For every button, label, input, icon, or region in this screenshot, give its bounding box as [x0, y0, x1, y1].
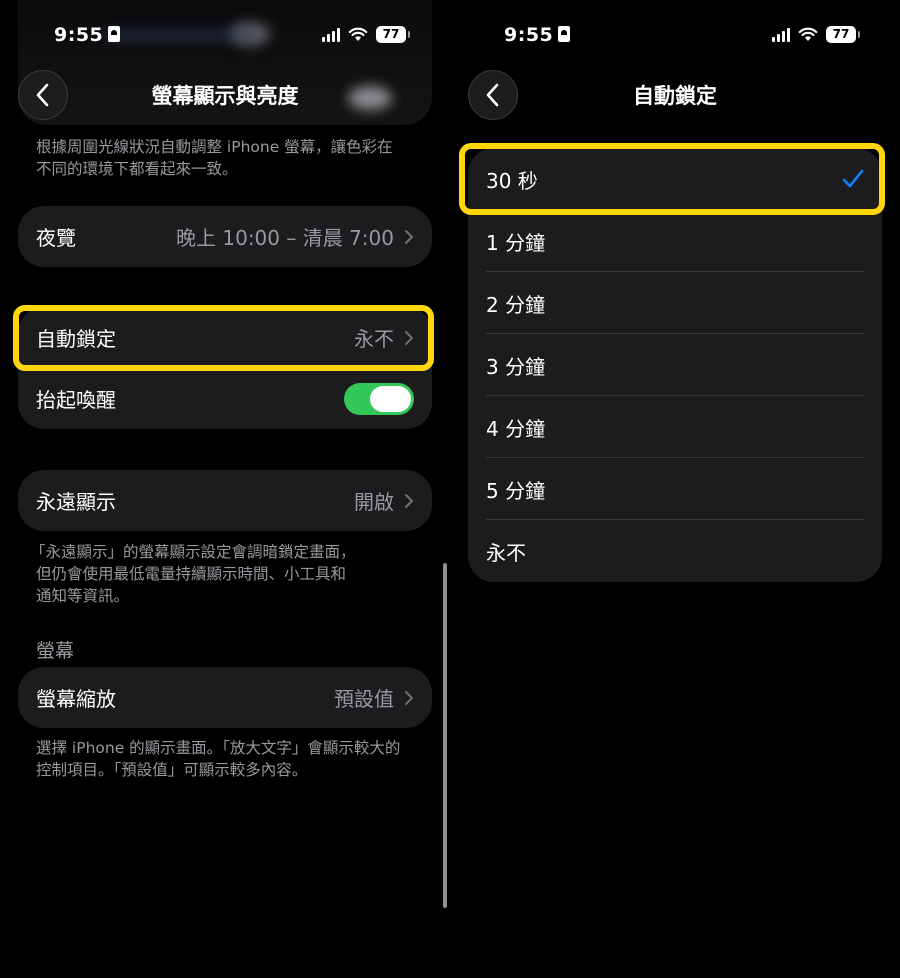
option-3-minutes[interactable]: 3 分鐘 — [468, 334, 882, 396]
auto-lock-value: 永不 — [354, 327, 394, 351]
true-tone-footnote: 根據周圍光線狀況自動調整 iPhone 螢幕，讓色彩在 不同的環境下都看起來一致… — [36, 136, 416, 180]
status-time: 9:55 — [504, 24, 571, 46]
battery-level: 77 — [382, 27, 400, 41]
display-zoom-group: 螢幕縮放 預設值 — [18, 667, 432, 728]
footnote-line: 「永遠顯示」的螢幕顯示設定會調暗鎖定畫面， — [30, 543, 356, 561]
always-on-group: 永遠顯示 開啟 — [18, 470, 432, 531]
always-on-footnote: 「永遠顯示」的螢幕顯示設定會調暗鎖定畫面， 但仍會使用最低電量持續顯示時間、小工… — [30, 541, 410, 607]
night-shift-value: 晚上 10:00 – 清晨 7:00 — [176, 226, 394, 250]
chevron-right-icon — [405, 690, 413, 705]
display-section-header: 螢幕 — [36, 640, 75, 662]
auto-lock-options: 30 秒 1 分鐘 2 分鐘 3 分鐘 4 分鐘 5 分鐘 永不 — [468, 148, 882, 582]
option-2-minutes[interactable]: 2 分鐘 — [468, 272, 882, 334]
always-on-label: 永遠顯示 — [36, 490, 116, 514]
option-never[interactable]: 永不 — [468, 520, 882, 582]
option-label: 4 分鐘 — [486, 416, 546, 441]
battery-icon: 77 — [826, 26, 860, 43]
orientation-lock-icon — [558, 26, 571, 42]
option-1-minute[interactable]: 1 分鐘 — [468, 210, 882, 272]
footnote-line: 通知等資訊。 — [36, 587, 130, 605]
option-label: 5 分鐘 — [486, 478, 546, 503]
battery-icon: 77 — [376, 26, 410, 43]
option-4-minutes[interactable]: 4 分鐘 — [468, 396, 882, 458]
display-zoom-label: 螢幕縮放 — [36, 687, 116, 711]
page-title: 螢幕顯示與亮度 — [151, 84, 299, 108]
cellular-signal-icon — [322, 27, 340, 42]
display-zoom-value: 預設值 — [334, 687, 394, 711]
night-shift-row[interactable]: 夜覽 晚上 10:00 – 清晨 7:00 — [18, 206, 432, 267]
display-zoom-footnote: 選擇 iPhone 的顯示畫面。「放大文字」會顯示較大的 控制項目。「預設值」可… — [36, 737, 416, 781]
footnote-line: 但仍會使用最低電量持續顯示時間、小工具和 — [36, 565, 347, 583]
footnote-line: 控制項目。「預設值」可顯示較多內容。 — [36, 761, 308, 779]
option-label: 3 分鐘 — [486, 354, 546, 379]
option-5-minutes[interactable]: 5 分鐘 — [468, 458, 882, 520]
option-label: 1 分鐘 — [486, 230, 546, 255]
always-on-value: 開啟 — [354, 490, 394, 514]
wifi-icon — [348, 27, 368, 41]
option-label: 2 分鐘 — [486, 292, 546, 317]
footnote-line: 選擇 iPhone 的顯示畫面。「放大文字」會顯示較大的 — [36, 739, 401, 757]
display-brightness-screen: 9:55 77 螢幕顯示與亮度 根據周圍光線狀況自動調整 iPhone 螢幕，讓… — [0, 0, 450, 978]
raise-to-wake-label: 抬起喚醒 — [36, 388, 116, 412]
footnote-line: 根據周圍光線狀況自動調整 iPhone 螢幕，讓色彩在 — [36, 138, 393, 156]
chevron-right-icon — [405, 493, 413, 508]
battery-level: 77 — [832, 27, 850, 41]
footnote-line: 不同的環境下都看起來一致。 — [36, 160, 238, 178]
checkmark-icon — [842, 169, 864, 188]
night-shift-label: 夜覽 — [36, 226, 76, 250]
option-30-seconds[interactable]: 30 秒 — [468, 148, 882, 210]
raise-to-wake-toggle[interactable] — [344, 382, 414, 415]
raise-to-wake-row: 抬起喚醒 — [18, 368, 432, 429]
chevron-right-icon — [405, 330, 413, 345]
cellular-signal-icon — [772, 27, 790, 42]
status-time: 9:55 — [54, 24, 121, 46]
option-label: 永不 — [486, 540, 526, 565]
page-title: 自動鎖定 — [633, 84, 717, 108]
auto-lock-screen: 9:55 77 自動鎖定 30 秒 1 分鐘 2 分鐘 3 分鐘 4 分鐘 5 … — [450, 0, 900, 978]
chevron-right-icon — [405, 229, 413, 244]
auto-lock-label: 自動鎖定 — [36, 327, 116, 351]
lock-group: 自動鎖定 永不 抬起喚醒 — [18, 307, 432, 429]
display-zoom-row[interactable]: 螢幕縮放 預設值 — [18, 667, 432, 728]
status-icons: 77 — [772, 26, 860, 43]
option-label: 30 秒 — [486, 168, 538, 193]
orientation-lock-icon — [108, 26, 121, 42]
night-shift-group: 夜覽 晚上 10:00 – 清晨 7:00 — [18, 206, 432, 267]
scroll-indicator[interactable] — [443, 563, 447, 908]
always-on-row[interactable]: 永遠顯示 開啟 — [18, 470, 432, 531]
status-icons: 77 — [322, 26, 410, 43]
wifi-icon — [798, 27, 818, 41]
auto-lock-row[interactable]: 自動鎖定 永不 — [18, 307, 432, 368]
